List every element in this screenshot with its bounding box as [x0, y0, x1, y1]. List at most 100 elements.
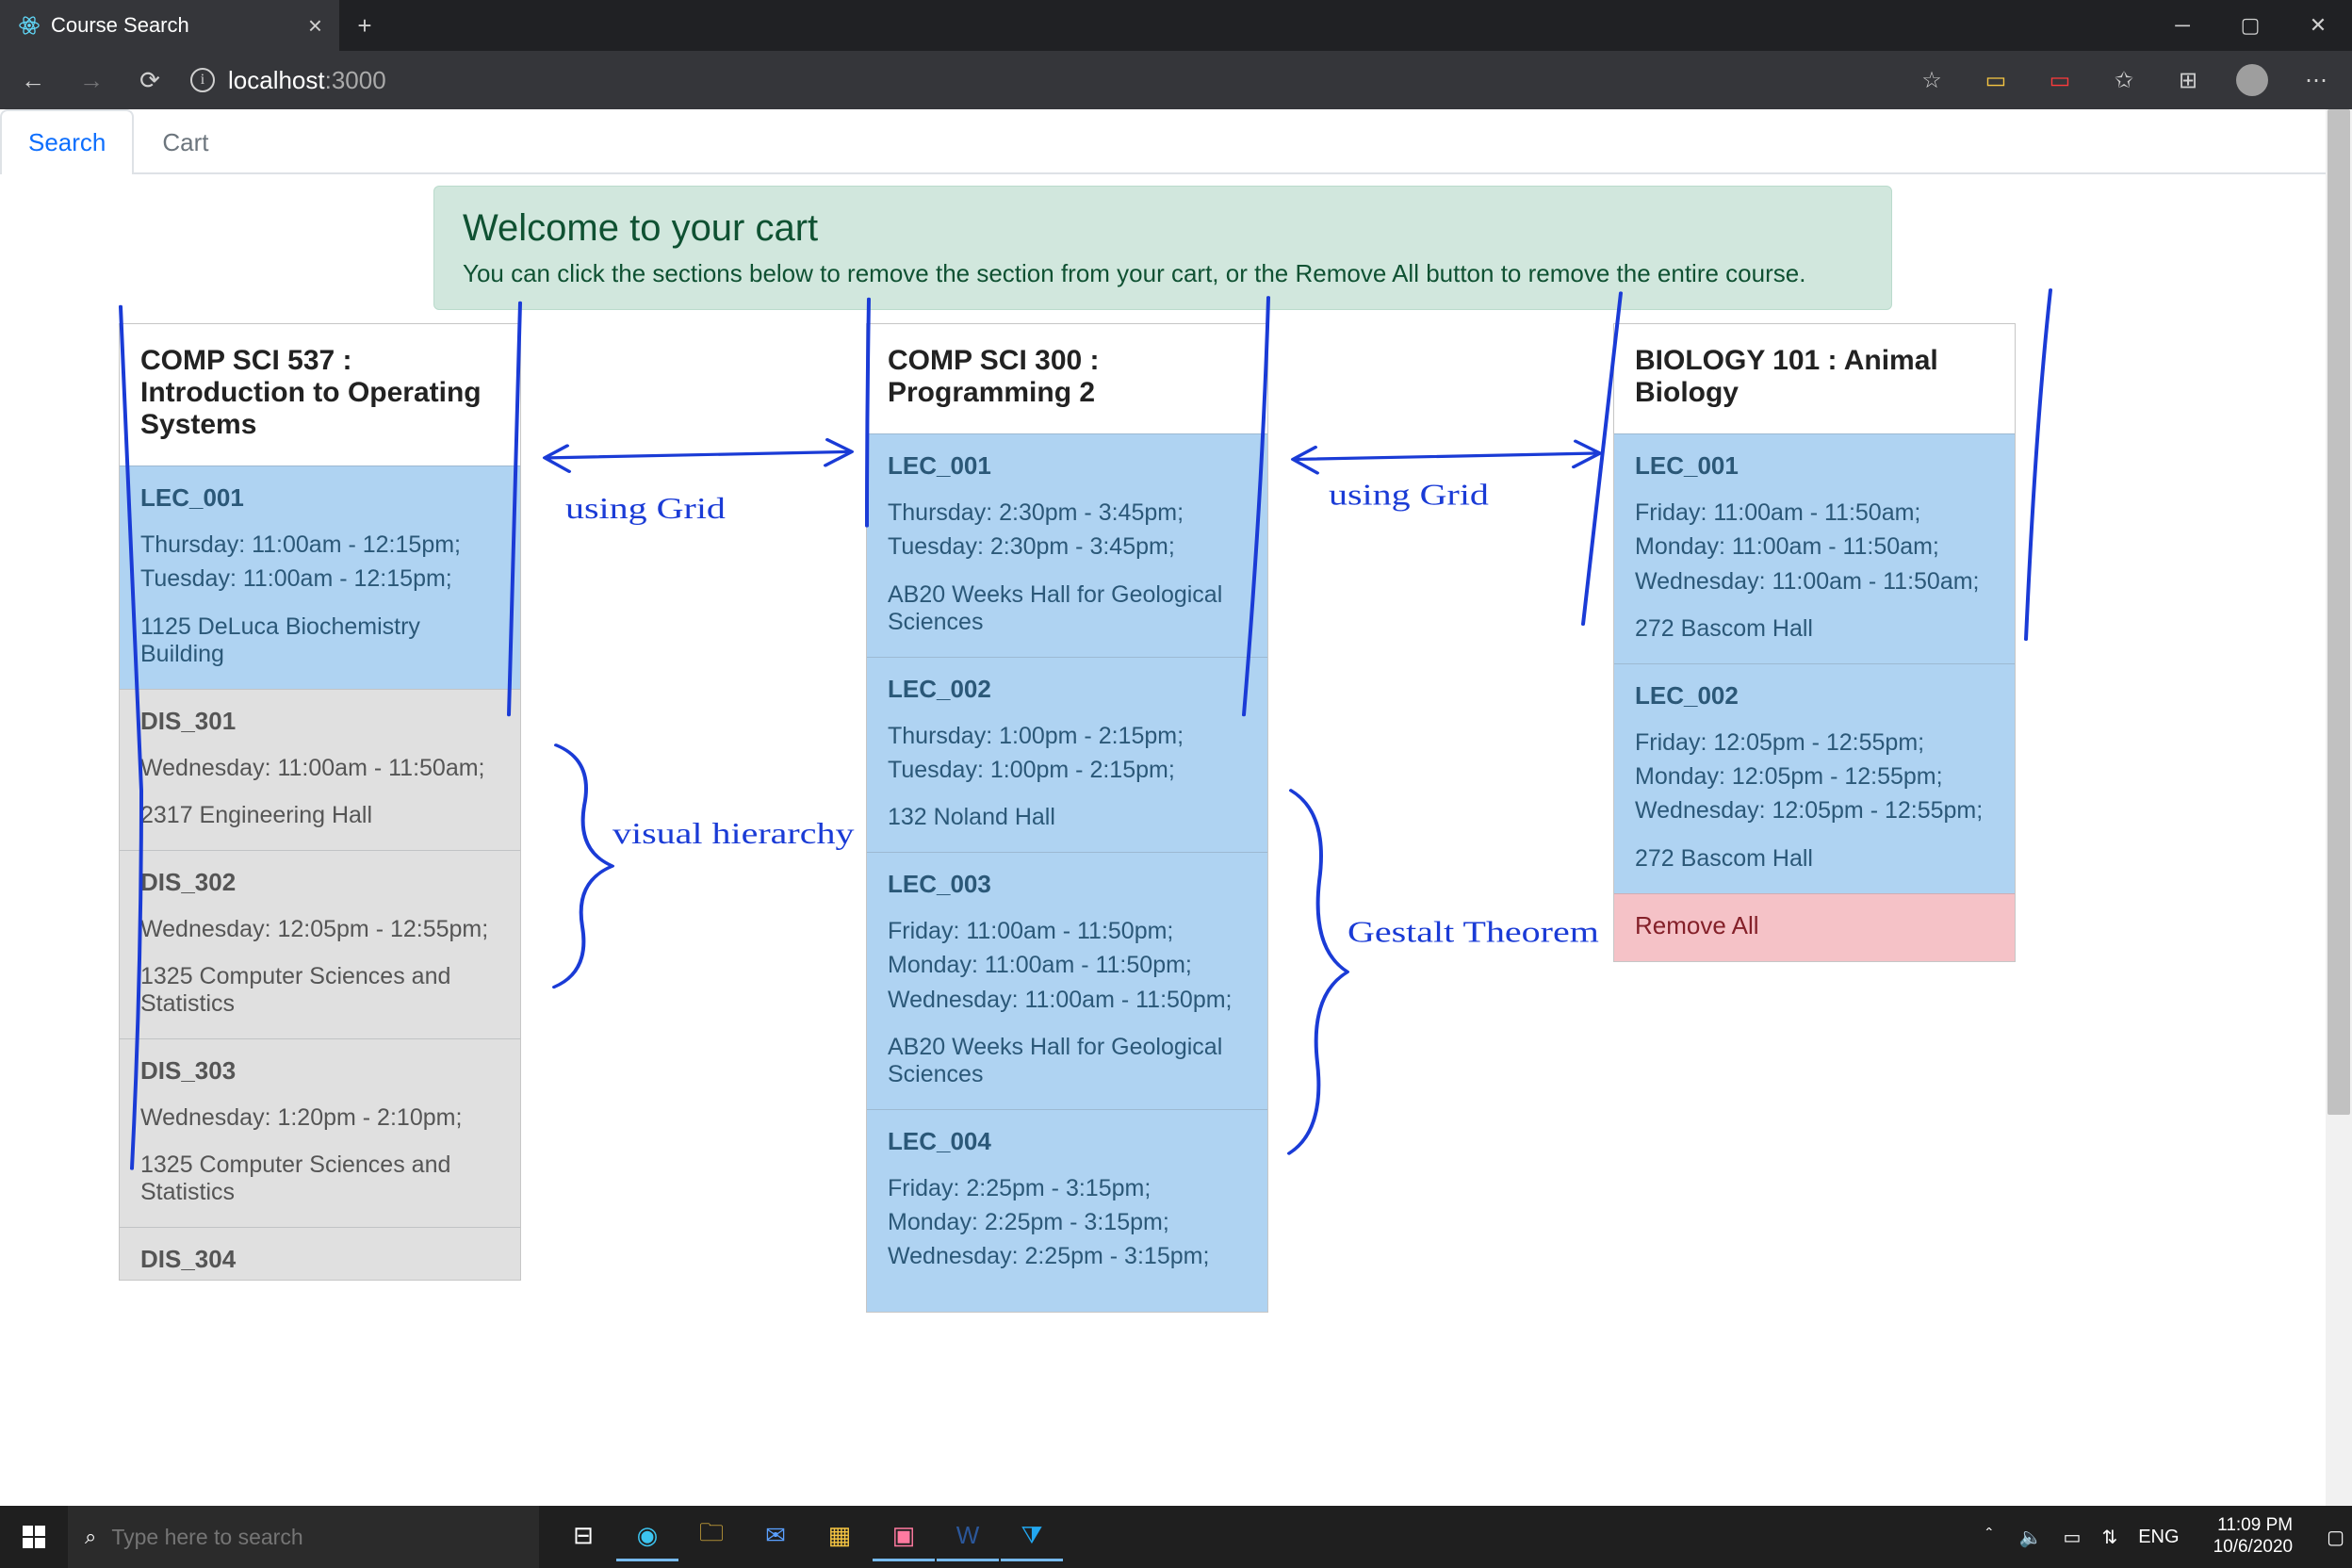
course-section[interactable]: DIS_303 Wednesday: 1:20pm - 2:10pm; 1325…: [120, 1038, 520, 1227]
extension-1-icon[interactable]: ▭: [1975, 59, 2017, 101]
taskbar-clock[interactable]: 11:09 PM 10/6/2020: [2200, 1515, 2307, 1559]
tray-language[interactable]: ENG: [2138, 1527, 2179, 1548]
task-view-icon[interactable]: ⊟: [552, 1512, 614, 1561]
taskbar-search[interactable]: ⌕: [68, 1506, 539, 1568]
react-icon: [19, 15, 40, 36]
tab-search[interactable]: Search: [0, 109, 134, 174]
more-button[interactable]: ⋯: [2295, 59, 2337, 101]
snip-icon[interactable]: ▣: [873, 1512, 935, 1561]
scrollbar-thumb[interactable]: [2328, 109, 2350, 1115]
browser-toolbar: ← → ⟳ i localhost:3000 ☆ ▭ ▭ ✩ ⊞ ⋯: [0, 51, 2352, 109]
course-section[interactable]: LEC_002 Thursday: 1:00pm - 2:15pm; Tuesd…: [867, 657, 1267, 853]
section-id: LEC_001: [140, 483, 499, 513]
start-button[interactable]: [0, 1526, 68, 1548]
section-id: LEC_002: [888, 675, 1247, 704]
course-title: COMP SCI 300 : Programming 2: [888, 345, 1247, 409]
course-section[interactable]: LEC_001 Thursday: 2:30pm - 3:45pm; Tuesd…: [867, 433, 1267, 657]
tab-cart[interactable]: Cart: [134, 109, 237, 174]
section-times: Thursday: 11:00am - 12:15pm; Tuesday: 11…: [140, 528, 499, 596]
extension-2-icon[interactable]: ▭: [2039, 59, 2081, 101]
file-explorer-icon[interactable]: 🗀: [680, 1512, 743, 1561]
clock-time: 11:09 PM: [2213, 1515, 2294, 1537]
mail-icon[interactable]: ✉: [744, 1512, 807, 1561]
section-id: LEC_003: [888, 870, 1247, 899]
alert-title: Welcome to your cart: [463, 207, 1863, 250]
search-icon: ⌕: [85, 1525, 96, 1549]
vscode-icon[interactable]: ⧩: [1001, 1512, 1063, 1561]
back-button[interactable]: ←: [15, 62, 51, 98]
collections-icon[interactable]: ⊞: [2167, 59, 2209, 101]
avatar-icon: [2236, 64, 2268, 96]
section-location: 1325 Computer Sciences and Statistics: [140, 1152, 499, 1206]
section-id: DIS_301: [140, 707, 499, 736]
browser-titlebar: Course Search × + ─ ▢ ✕: [0, 0, 2352, 51]
word-icon[interactable]: W: [937, 1512, 999, 1561]
section-times: Thursday: 1:00pm - 2:15pm; Tuesday: 1:00…: [888, 719, 1247, 788]
course-title: COMP SCI 537 : Introduction to Operating…: [140, 345, 499, 441]
tray-network-icon[interactable]: ⇅: [2101, 1526, 2117, 1549]
section-id: DIS_304: [140, 1245, 499, 1274]
alert-body: You can click the sections below to remo…: [463, 259, 1863, 288]
course-card: BIOLOGY 101 : Animal Biology LEC_001 Fri…: [1613, 323, 2016, 962]
section-times: Thursday: 2:30pm - 3:45pm; Tuesday: 2:30…: [888, 496, 1247, 564]
course-section[interactable]: LEC_002 Friday: 12:05pm - 12:55pm; Monda…: [1614, 663, 2015, 893]
course-section[interactable]: LEC_003 Friday: 11:00am - 11:50pm; Monda…: [867, 852, 1267, 1109]
window-minimize-icon[interactable]: ─: [2148, 0, 2216, 51]
tray-battery-icon[interactable]: ▭: [2064, 1526, 2082, 1549]
address-bar[interactable]: i localhost:3000: [190, 66, 1888, 95]
new-tab-button[interactable]: +: [339, 0, 390, 51]
course-grid: COMP SCI 537 : Introduction to Operating…: [0, 323, 2326, 1313]
section-times: Friday: 12:05pm - 12:55pm; Monday: 12:05…: [1635, 726, 1994, 828]
tab-close-icon[interactable]: ×: [308, 11, 322, 41]
section-times: Wednesday: 12:05pm - 12:55pm;: [140, 912, 499, 946]
section-id: DIS_303: [140, 1056, 499, 1086]
course-title: BIOLOGY 101 : Animal Biology: [1635, 345, 1994, 409]
window-maximize-icon[interactable]: ▢: [2216, 0, 2284, 51]
tray-chevron-icon[interactable]: ＾: [1980, 1524, 1999, 1551]
section-times: Friday: 2:25pm - 3:15pm; Monday: 2:25pm …: [888, 1171, 1247, 1274]
remove-all-button[interactable]: Remove All: [1614, 893, 2015, 961]
section-id: LEC_004: [888, 1127, 1247, 1156]
favorite-icon[interactable]: ☆: [1911, 59, 1952, 101]
course-section[interactable]: DIS_304: [120, 1227, 520, 1280]
cart-welcome-alert: Welcome to your cart You can click the s…: [433, 186, 1892, 310]
taskbar-search-input[interactable]: [111, 1525, 516, 1550]
section-location: 272 Bascom Hall: [1635, 615, 1994, 643]
windows-icon: [23, 1526, 45, 1548]
section-id: LEC_001: [1635, 451, 1994, 481]
window-close-icon[interactable]: ✕: [2284, 0, 2352, 51]
course-section[interactable]: DIS_301 Wednesday: 11:00am - 11:50am; 23…: [120, 689, 520, 850]
section-location: 132 Noland Hall: [888, 804, 1247, 831]
course-section[interactable]: LEC_001 Thursday: 11:00am - 12:15pm; Tue…: [120, 466, 520, 689]
sticky-notes-icon[interactable]: ▦: [808, 1512, 871, 1561]
profile-button[interactable]: [2231, 59, 2273, 101]
section-id: LEC_002: [1635, 681, 1994, 710]
edge-icon[interactable]: ◉: [616, 1512, 678, 1561]
section-location: 1125 DeLuca Biochemistry Building: [140, 613, 499, 668]
section-times: Wednesday: 1:20pm - 2:10pm;: [140, 1101, 499, 1135]
course-section[interactable]: DIS_302 Wednesday: 12:05pm - 12:55pm; 13…: [120, 850, 520, 1038]
forward-button[interactable]: →: [74, 62, 109, 98]
action-center-icon[interactable]: ▢: [2327, 1526, 2344, 1549]
section-location: 272 Bascom Hall: [1635, 845, 1994, 873]
refresh-button[interactable]: ⟳: [132, 62, 168, 98]
clock-date: 10/6/2020: [2213, 1537, 2294, 1559]
browser-tab[interactable]: Course Search ×: [0, 0, 339, 51]
vertical-scrollbar[interactable]: [2326, 109, 2352, 1506]
section-id: LEC_001: [888, 451, 1247, 481]
favorites-add-icon[interactable]: ✩: [2103, 59, 2145, 101]
course-section[interactable]: LEC_001 Friday: 11:00am - 11:50am; Monda…: [1614, 433, 2015, 663]
site-info-icon[interactable]: i: [190, 68, 215, 92]
section-location: AB20 Weeks Hall for Geological Sciences: [888, 1034, 1247, 1088]
section-location: 1325 Computer Sciences and Statistics: [140, 963, 499, 1018]
remove-all-label: Remove All: [1635, 911, 1759, 939]
page-tabbar: Search Cart: [0, 109, 2326, 174]
course-section[interactable]: LEC_004 Friday: 2:25pm - 3:15pm; Monday:…: [867, 1109, 1267, 1312]
course-card: COMP SCI 537 : Introduction to Operating…: [119, 323, 521, 1281]
tray-volume-icon[interactable]: 🔈: [2019, 1526, 2043, 1549]
tab-title: Course Search: [51, 13, 189, 38]
url-text: localhost:3000: [228, 66, 386, 95]
windows-taskbar: ⌕ ⊟ ◉ 🗀 ✉ ▦ ▣ W ⧩ ＾ 🔈 ▭ ⇅ ENG 11:09 PM 1…: [0, 1506, 2352, 1568]
section-location: 2317 Engineering Hall: [140, 802, 499, 829]
course-card: COMP SCI 300 : Programming 2 LEC_001 Thu…: [866, 323, 1268, 1313]
